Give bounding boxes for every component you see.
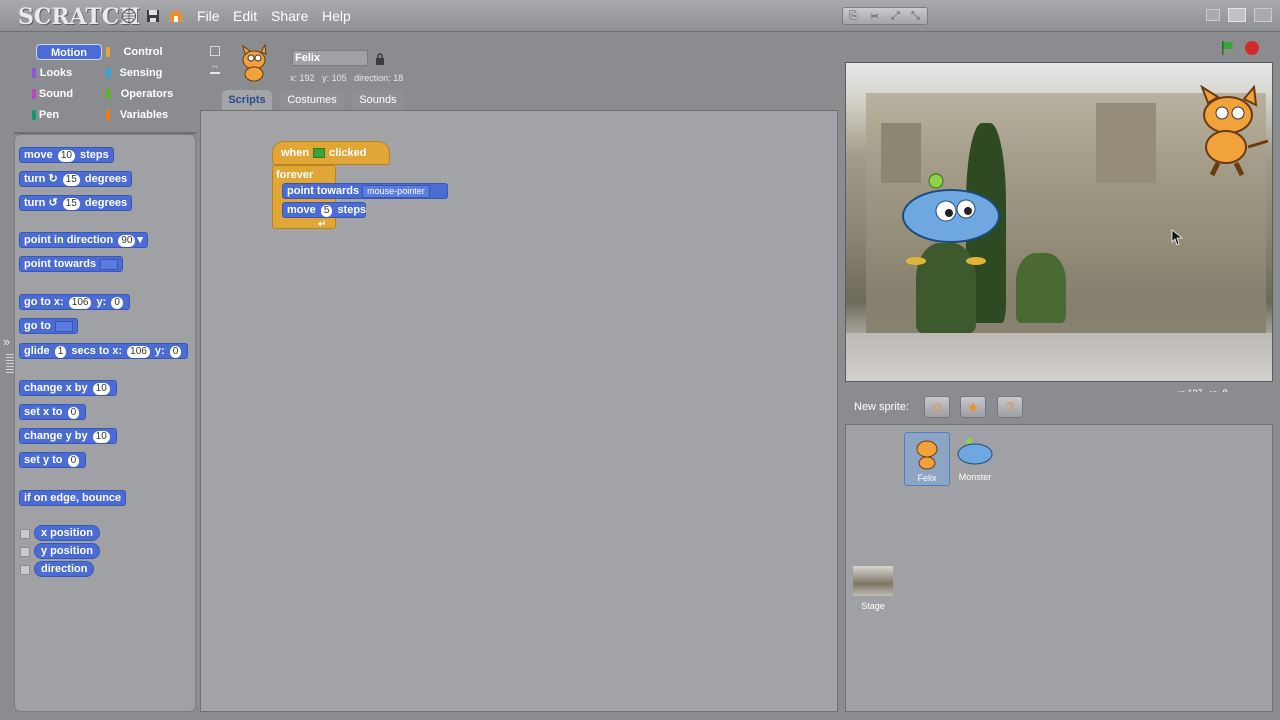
paint-new-sprite-button[interactable]: ✩: [924, 396, 950, 418]
paint-star-icon: ✩: [931, 399, 943, 415]
block-glide[interactable]: glide 1 secs to x: 106 y: 0: [19, 343, 189, 359]
menu-edit[interactable]: Edit: [233, 8, 257, 24]
tab-sounds[interactable]: Sounds: [352, 90, 404, 110]
block-set-x[interactable]: set x to 0: [19, 404, 87, 420]
block-go-to[interactable]: go to: [19, 318, 78, 334]
felix-cat-sprite[interactable]: [1178, 85, 1273, 181]
stop-sign-icon[interactable]: [1244, 40, 1260, 56]
double-chevron-right-icon: »: [3, 334, 11, 349]
block-change-x[interactable]: change x by 10: [19, 380, 117, 396]
plaza-ground: [846, 333, 1272, 381]
sprite-thumb-felix[interactable]: Felix: [904, 432, 950, 486]
block-set-y[interactable]: set y to 0: [19, 452, 87, 468]
rotation-style-none-icon[interactable]: [210, 72, 220, 74]
new-sprite-bar: [845, 392, 1275, 422]
bush-right: [1016, 253, 1066, 323]
monster-thumbnail-icon: [957, 438, 993, 465]
go-to-dropdown[interactable]: [54, 320, 73, 332]
folder-star-icon: ★: [966, 399, 980, 415]
duplicate-icon[interactable]: ⎘: [849, 10, 858, 23]
category-pen[interactable]: Pen: [32, 107, 62, 123]
new-sprite-label: New sprite:: [854, 401, 910, 413]
block-when-flag-clicked[interactable]: when clicked: [272, 141, 390, 165]
choose-sprite-file-button[interactable]: ★: [960, 396, 986, 418]
sprite-thumb-monster[interactable]: Monster: [952, 432, 998, 486]
normal-stage-icon[interactable]: [1228, 8, 1246, 22]
question-mark-icon: ?: [1006, 399, 1014, 415]
menu-share[interactable]: Share: [271, 8, 308, 24]
menu-file[interactable]: File: [197, 8, 220, 24]
palette-collapse-handle[interactable]: »: [0, 330, 20, 380]
category-looks[interactable]: Looks: [32, 65, 76, 81]
stage-thumb-label: Stage: [861, 601, 885, 611]
block-change-y[interactable]: change y by 10: [19, 428, 117, 444]
category-sound[interactable]: Sound: [32, 86, 76, 102]
stage-thumbnail-image: [853, 566, 893, 596]
block-palette: [14, 134, 196, 712]
category-operators[interactable]: Operators: [106, 86, 184, 102]
target-dropdown[interactable]: mouse-pointer: [362, 185, 430, 198]
lock-icon[interactable]: [375, 53, 385, 65]
sprite-name-felix: Felix: [917, 473, 937, 483]
block-move-script[interactable]: move 5 steps: [282, 202, 366, 218]
presentation-mode-icon[interactable]: [1254, 8, 1272, 22]
category-variables[interactable]: Variables: [106, 107, 178, 123]
delete-icon[interactable]: ✂: [870, 10, 879, 23]
checkbox-y-position[interactable]: [20, 547, 30, 557]
block-bounce[interactable]: if on edge, bounce: [19, 490, 127, 506]
block-go-to-xy[interactable]: go to x: 106 y: 0: [19, 294, 130, 310]
block-point-in-direction[interactable]: point in direction 90 ▾: [19, 232, 148, 248]
block-point-towards-script[interactable]: point towards mouse-pointer: [282, 183, 448, 199]
grip-icon: [6, 354, 14, 374]
surprise-sprite-button[interactable]: ?: [997, 396, 1023, 418]
rotation-style-full-icon[interactable]: [210, 46, 220, 56]
checkbox-direction[interactable]: [20, 565, 30, 575]
reporter-direction[interactable]: direction: [34, 561, 95, 577]
sprite-tools-group: ⎘ ✂ ⤢ ⤡: [842, 7, 928, 25]
block-turn-cw[interactable]: turn ↻ 15 degrees: [19, 171, 133, 187]
tab-costumes[interactable]: Costumes: [280, 90, 344, 110]
point-towards-dropdown[interactable]: [100, 258, 119, 270]
category-control[interactable]: Control: [106, 44, 176, 60]
sprite-name-monster: Monster: [958, 472, 992, 482]
share-project-icon[interactable]: [168, 8, 184, 24]
forever-label: forever: [276, 169, 314, 181]
reporter-y-position[interactable]: y position: [34, 543, 100, 559]
tower-right: [1096, 103, 1156, 183]
category-sensing[interactable]: Sensing: [106, 65, 172, 81]
checkbox-x-position[interactable]: [20, 529, 30, 539]
save-icon[interactable]: [145, 8, 161, 24]
sprite-position-readout: x: 192 y: 105 direction: 18: [290, 73, 404, 83]
rotation-style-flip-icon[interactable]: ↔: [210, 60, 219, 70]
stage[interactable]: [845, 62, 1273, 382]
block-turn-ccw[interactable]: turn ↺ 15 degrees: [19, 195, 133, 211]
menu-bar: SCRATCH File Edit Share Help ⎘ ✂ ⤢ ⤡: [0, 0, 1280, 32]
stage-thumb[interactable]: Stage: [850, 566, 896, 620]
tab-scripts[interactable]: Scripts: [222, 90, 272, 110]
block-move-steps[interactable]: move 10 steps: [19, 147, 114, 163]
rotate-ccw-icon: ↺: [48, 197, 58, 209]
loop-arrow-icon: ↵: [318, 219, 327, 230]
monster-sprite[interactable]: [891, 171, 1011, 271]
category-motion[interactable]: Motion: [36, 44, 102, 60]
small-stage-icon[interactable]: [1206, 9, 1220, 21]
rotate-cw-icon: ↻: [48, 173, 58, 185]
felix-thumbnail-icon: [916, 440, 938, 470]
menu-help[interactable]: Help: [322, 8, 351, 24]
scratch-window: SCRATCH File Edit Share Help ⎘ ✂ ⤢ ⤡ Mot…: [0, 0, 1280, 720]
reporter-x-position[interactable]: x position: [34, 525, 100, 541]
felix-cat-thumbnail: [242, 44, 267, 82]
block-point-towards[interactable]: point towards: [19, 256, 124, 272]
grow-icon[interactable]: ⤢: [891, 10, 900, 23]
green-flag-icon: [313, 148, 326, 159]
globe-icon[interactable]: [121, 8, 137, 24]
sprite-name-input[interactable]: Felix: [292, 50, 368, 66]
mouse-cursor-icon: [1171, 229, 1184, 245]
green-flag-icon[interactable]: [1220, 40, 1236, 56]
stage-controls-bar: [845, 34, 1275, 62]
shrink-icon[interactable]: ⤡: [911, 10, 920, 23]
